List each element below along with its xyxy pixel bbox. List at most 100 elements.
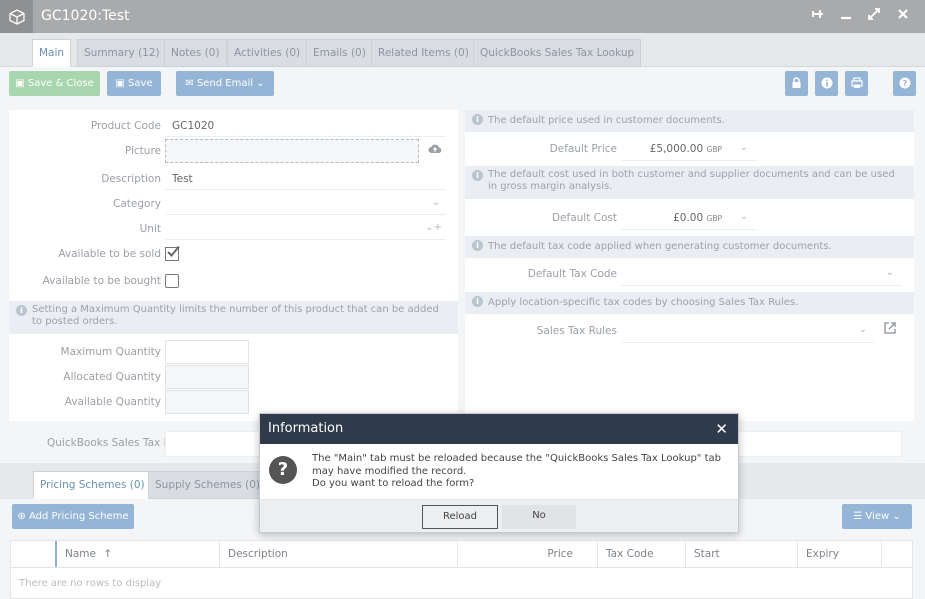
description-label: Description <box>101 173 161 185</box>
chevron-down-icon: ⌄ <box>858 324 867 335</box>
chevron-down-icon: ⌄ <box>739 211 748 222</box>
save-icon: ▣ <box>115 78 125 89</box>
tab-supply-schemes[interactable]: Supply Schemes (0) <box>148 471 268 499</box>
available-to-be-sold-label: Available to be sold <box>58 248 161 260</box>
row-select-column[interactable] <box>11 541 57 568</box>
svg-text:?: ? <box>902 79 907 88</box>
tab-pricing-schemes[interactable]: Pricing Schemes (0) <box>33 471 152 499</box>
chevron-down-icon: ⌄ <box>892 511 901 522</box>
default-tax-code-info: i The default tax code applied when gene… <box>465 236 914 258</box>
chevron-down-icon: ⌄ <box>431 197 440 208</box>
tab-quickbooks-sales-tax-lookup[interactable]: QuickBooks Sales Tax Lookup <box>473 39 642 67</box>
window-titlebar: GC1020:Test <box>0 0 925 33</box>
dialog-close-icon[interactable]: ✕ <box>715 420 728 438</box>
category-label: Category <box>113 198 161 210</box>
info-icon: i <box>472 240 483 251</box>
column-header-start[interactable]: Start <box>686 541 798 568</box>
minimize-icon[interactable] <box>836 6 856 26</box>
external-link-icon[interactable] <box>883 321 899 337</box>
tab-main[interactable]: Main <box>32 39 72 67</box>
plus-circle-icon: ⊕ <box>17 511 26 522</box>
upload-cloud-icon[interactable] <box>428 143 442 157</box>
currency-code: GBP <box>706 214 722 223</box>
available-to-be-sold-checkbox[interactable] <box>165 245 180 261</box>
column-header-tax-code[interactable]: Tax Code <box>598 541 686 568</box>
unit-select[interactable]: ⌄+ <box>165 218 446 240</box>
sales-tax-rules-select[interactable]: ⌄ <box>621 319 875 343</box>
product-code-label: Product Code <box>90 120 161 132</box>
max-quantity-info: i Setting a Maximum Quantity limits the … <box>9 301 458 334</box>
info-icon: i <box>472 114 483 125</box>
default-price-value: £5,000.00 <box>649 143 704 155</box>
default-price-field[interactable]: £5,000.00 GBP ⌄ <box>621 137 756 161</box>
default-cost-info: i The default cost used in both customer… <box>465 166 914 199</box>
maximum-quantity-input[interactable] <box>165 340 249 364</box>
tab-summary[interactable]: Summary (12) <box>77 39 167 67</box>
chevron-down-icon: ⌄ <box>739 142 748 153</box>
info-icon: i <box>472 170 483 181</box>
default-tax-code-label: Default Tax Code <box>527 268 617 280</box>
close-icon[interactable] <box>893 6 913 26</box>
info-icon: i <box>16 305 27 316</box>
lock-icon <box>792 77 801 88</box>
view-button[interactable]: ☰ View ⌄ <box>842 504 912 529</box>
allocated-quantity-field <box>165 365 249 389</box>
product-code-field[interactable]: GC1020 <box>165 115 446 137</box>
question-icon: ? <box>269 456 297 484</box>
dialog-footer: Reload No <box>260 499 738 532</box>
sales-tax-rules-label: Sales Tax Rules <box>536 325 617 337</box>
dialog-message-line1: The "Main" tab must be reloaded because … <box>312 453 721 477</box>
tab-notes[interactable]: Notes (0) <box>164 39 227 67</box>
info-icon <box>821 77 832 89</box>
send-email-button[interactable]: ✉ Send Email ⌄ <box>176 71 274 96</box>
toolbar: ▣ Save & Close ▣ Save ✉ Send Email ⌄ ? <box>0 67 925 103</box>
pricing-schemes-table: Name ↑ Description Price Tax Code Start … <box>10 540 913 599</box>
tab-related-items[interactable]: Related Items (0) <box>371 39 476 67</box>
help-icon: ? <box>899 77 910 89</box>
info-button[interactable] <box>815 71 838 96</box>
available-quantity-field <box>165 390 249 414</box>
default-tax-code-select[interactable]: ⌄ <box>621 262 902 286</box>
chevron-add-icon: ⌄+ <box>425 222 442 233</box>
pin-icon[interactable] <box>808 6 828 26</box>
sort-ascending-icon: ↑ <box>103 548 113 560</box>
no-button[interactable]: No <box>502 505 576 529</box>
printer-icon <box>850 77 863 88</box>
information-dialog: Information ✕ ? The "Main" tab must be r… <box>259 413 739 533</box>
column-header-name[interactable]: Name ↑ <box>57 541 220 568</box>
dialog-message-line2: Do you want to reload the form? <box>312 478 475 489</box>
default-cost-label: Default Cost <box>551 212 617 224</box>
help-button[interactable]: ? <box>893 71 916 96</box>
default-price-label: Default Price <box>549 143 617 155</box>
window-title: GC1020:Test <box>41 8 130 24</box>
lock-button[interactable] <box>785 71 808 96</box>
sales-tax-rules-info: i Apply location-specific tax codes by c… <box>465 292 914 314</box>
unit-label: Unit <box>139 223 161 235</box>
save-button[interactable]: ▣ Save <box>107 71 161 96</box>
product-box-icon <box>0 0 33 33</box>
empty-table-message: There are no rows to display <box>19 578 162 589</box>
dialog-title: Information <box>268 421 344 436</box>
add-pricing-scheme-button[interactable]: ⊕ Add Pricing Scheme <box>12 504 134 529</box>
default-cost-field[interactable]: £0.00 GBP ⌄ <box>621 206 756 230</box>
description-field[interactable]: Test <box>165 168 446 190</box>
default-cost-value: £0.00 <box>673 212 704 224</box>
tab-activities[interactable]: Activities (0) <box>227 39 308 67</box>
category-select[interactable]: ⌄ <box>165 193 446 215</box>
column-header-price[interactable]: Price <box>458 541 598 568</box>
chevron-down-icon: ⌄ <box>256 78 265 89</box>
default-price-info: i The default price used in customer doc… <box>465 110 914 132</box>
allocated-quantity-label: Allocated Quantity <box>63 371 161 383</box>
save-close-button[interactable]: ▣ Save & Close <box>9 71 100 96</box>
column-header-expiry[interactable]: Expiry <box>798 541 882 568</box>
available-to-be-bought-checkbox[interactable] <box>165 274 179 288</box>
quickbooks-sales-tax-id-label: QuickBooks Sales Tax Id <box>47 437 174 449</box>
picture-dropzone[interactable] <box>165 139 419 163</box>
tab-emails[interactable]: Emails (0) <box>306 39 373 67</box>
print-button[interactable] <box>845 71 868 96</box>
column-header-description[interactable]: Description <box>220 541 458 568</box>
chevron-down-icon: ⌄ <box>885 267 894 278</box>
maximize-icon[interactable] <box>864 6 884 26</box>
checkmark-icon <box>167 245 180 257</box>
reload-button[interactable]: Reload <box>422 505 498 529</box>
